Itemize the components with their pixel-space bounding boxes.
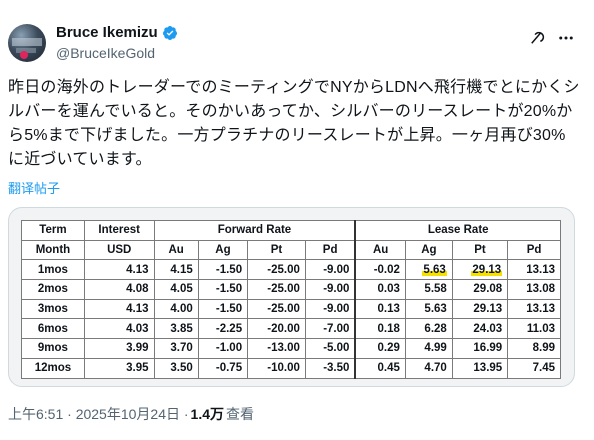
subheader-fwd-ag: Ag [197, 239, 249, 261]
header-lease-rate: Lease Rate [354, 220, 562, 241]
cell-interest-usd: 4.13 [83, 259, 155, 281]
cell-fwd-ag: -2.25 [197, 318, 249, 340]
tweet-meta: 上午6:51 · 2025年10月24日 · 1.4万 查看 [8, 404, 254, 424]
table-row: 9mos 3.99 3.70 -1.00 -13.00 -5.00 0.29 4.99 16.9… [21, 338, 561, 359]
cell-fwd-pt: -13.00 [247, 338, 306, 359]
cell-interest-usd: 3.95 [83, 357, 155, 379]
table-row: 6mos 4.03 3.85 -2.25 -20.00 -7.00 0.18 6.28 24.0… [21, 318, 561, 340]
table-row: 3mos 4.13 4.00 -1.50 -25.00 -9.00 0.13 5.63 29.1… [21, 298, 561, 320]
translate-post-link[interactable]: 翻译帖子 [8, 178, 60, 197]
cell-fwd-pt: -10.00 [247, 357, 306, 379]
cell-fwd-pt: -25.00 [247, 298, 306, 320]
cell-lease-pd: 7.45 [507, 357, 561, 379]
tweet-media-image[interactable]: Term Interest Forward Rate Lease Rate Mo… [8, 207, 575, 387]
highlighted-value: 5.63 [422, 263, 447, 276]
cell-lease-ag: 4.99 [404, 338, 453, 359]
subheader-month: Month [21, 239, 85, 261]
cell-fwd-pd: -9.00 [304, 259, 356, 281]
cell-fwd-au: 3.85 [153, 318, 199, 340]
cell-fwd-pd: -7.00 [304, 318, 356, 340]
views-count: 1.4万 [190, 406, 224, 422]
cell-lease-ag: 5.63 [404, 259, 453, 281]
cell-fwd-au: 3.50 [153, 357, 199, 379]
more-options-icon[interactable] [556, 28, 576, 48]
cell-fwd-ag: -1.00 [197, 338, 249, 359]
author-name[interactable]: Bruce Ikemizu [56, 24, 158, 41]
cell-lease-pt: 16.99 [451, 338, 509, 359]
cell-lease-pd: 13.13 [507, 259, 561, 281]
subheader-lease-au: Au [354, 239, 406, 261]
views-label: 查看 [226, 406, 254, 422]
cell-term: 3mos [21, 298, 85, 320]
cell-lease-pt: 29.08 [451, 279, 509, 300]
cell-fwd-ag: -0.75 [197, 357, 249, 379]
cell-lease-ag: 6.28 [404, 318, 453, 340]
avatar[interactable] [8, 24, 46, 62]
cell-lease-ag: 5.58 [404, 279, 453, 300]
cell-fwd-ag: -1.50 [197, 279, 249, 300]
grok-icon[interactable] [527, 28, 547, 48]
author-name-row: Bruce Ikemizu [56, 24, 178, 41]
cell-term: 12mos [21, 357, 85, 379]
cell-lease-ag: 4.70 [404, 357, 453, 379]
cell-fwd-pt: -25.00 [247, 279, 306, 300]
cell-lease-pd: 8.99 [507, 338, 561, 359]
cell-lease-au: 0.45 [354, 357, 406, 379]
subheader-fwd-pt: Pt [247, 239, 306, 261]
cell-lease-pt: 29.13 [451, 259, 509, 281]
cell-lease-pd: 13.13 [507, 298, 561, 320]
header-term: Term [21, 220, 85, 241]
cell-lease-au: 0.18 [354, 318, 406, 340]
cell-interest-usd: 4.08 [83, 279, 155, 300]
lease-rate-table: Term Interest Forward Rate Lease Rate Mo… [21, 220, 562, 379]
cell-lease-pd: 13.08 [507, 279, 561, 300]
cell-term: 1mos [21, 259, 85, 281]
cell-fwd-au: 4.00 [153, 298, 199, 320]
header-interest: Interest [83, 220, 155, 241]
cell-lease-au: -0.02 [354, 259, 406, 281]
cell-fwd-pt: -25.00 [247, 259, 306, 281]
cell-interest-usd: 3.99 [83, 338, 155, 359]
cell-fwd-pd: -3.50 [304, 357, 356, 379]
cell-lease-au: 0.29 [354, 338, 406, 359]
cell-lease-pt: 29.13 [451, 298, 509, 320]
table-row: 1mos 4.13 4.15 -1.50 -25.00 -9.00 -0.02 5.63 29.… [21, 259, 561, 281]
cell-term: 2mos [21, 279, 85, 300]
cell-term: 9mos [21, 338, 85, 359]
cell-lease-pt: 13.95 [451, 357, 509, 379]
cell-fwd-au: 4.15 [153, 259, 199, 281]
cell-lease-pt: 24.03 [451, 318, 509, 340]
cell-fwd-au: 3.70 [153, 338, 199, 359]
cell-fwd-pd: -5.00 [304, 338, 356, 359]
header-forward-rate: Forward Rate [153, 220, 356, 241]
subheader-lease-pd: Pd [507, 239, 561, 261]
table-row: 12mos 3.95 3.50 -0.75 -10.00 -3.50 0.45 4.70 13.… [21, 357, 561, 379]
table-row: 2mos 4.08 4.05 -1.50 -25.00 -9.00 0.03 5.58 29.0… [21, 279, 561, 300]
subheader-lease-pt: Pt [451, 239, 509, 261]
subheader-lease-ag: Ag [404, 239, 453, 261]
cell-interest-usd: 4.13 [83, 298, 155, 320]
cell-fwd-ag: -1.50 [197, 298, 249, 320]
tweet-text: 昨日の海外のトレーダーでのミーティングでNYからLDNへ飛行機でとにかくシルバー… [8, 79, 580, 168]
cell-lease-au: 0.03 [354, 279, 406, 300]
timestamp[interactable]: 上午6:51 · 2025年10月24日 · [8, 404, 189, 424]
cell-fwd-pd: -9.00 [304, 298, 356, 320]
cell-fwd-ag: -1.50 [197, 259, 249, 281]
cell-fwd-au: 4.05 [153, 279, 199, 300]
cell-lease-au: 0.13 [354, 298, 406, 320]
cell-lease-ag: 5.63 [404, 298, 453, 320]
subheader-fwd-au: Au [153, 239, 199, 261]
cell-interest-usd: 4.03 [83, 318, 155, 340]
cell-fwd-pd: -9.00 [304, 279, 356, 300]
cell-term: 6mos [21, 318, 85, 340]
author-handle[interactable]: @BruceIkeGold [56, 45, 155, 61]
cell-fwd-pt: -20.00 [247, 318, 306, 340]
cell-lease-pd: 11.03 [507, 318, 561, 340]
subheader-usd: USD [83, 239, 155, 261]
highlighted-value: 29.13 [471, 263, 503, 276]
subheader-fwd-pd: Pd [304, 239, 356, 261]
verified-badge-icon [162, 25, 177, 40]
